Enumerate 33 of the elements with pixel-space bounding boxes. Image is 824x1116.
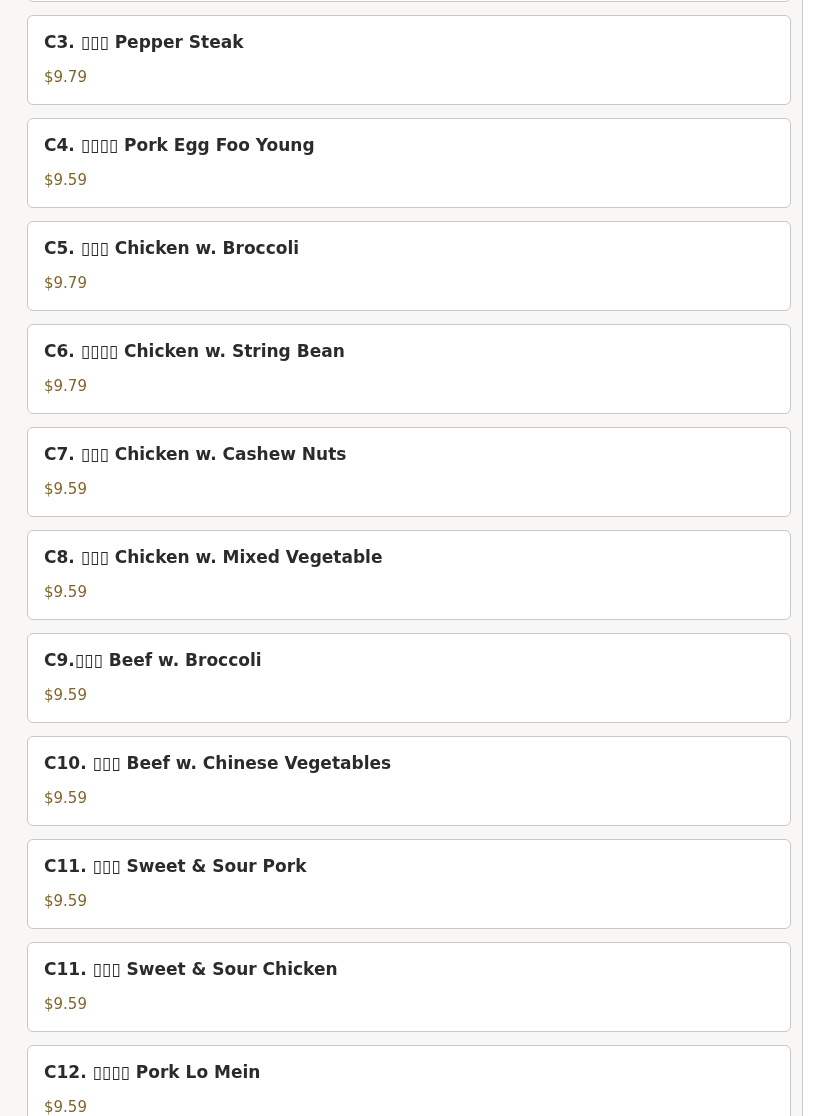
item-title: C6. ▯▯▯▯ Chicken w. String Bean bbox=[44, 340, 346, 362]
menu-item-card[interactable]: C12. ▯▯▯▯ Pork Lo Mein $9.59 bbox=[27, 1045, 791, 1116]
item-title: C12. ▯▯▯▯ Pork Lo Mein bbox=[44, 1061, 262, 1083]
item-title: C8. ▯▯▯ Chicken w. Mixed Vegetable bbox=[44, 546, 384, 568]
menu-item-card[interactable]: C11. ▯▯▯ Sweet & Sour Chicken $9.59 bbox=[27, 942, 791, 1032]
item-title: C10. ▯▯▯ Beef w. Chinese Vegetables bbox=[44, 752, 393, 774]
menu-item-card[interactable]: C6. ▯▯▯▯ Chicken w. String Bean $9.79 bbox=[27, 324, 791, 414]
item-price: $9.59 bbox=[44, 582, 88, 602]
menu-item-card[interactable]: C11. ▯▯▯ Sweet & Sour Pork $9.59 bbox=[27, 839, 791, 929]
menu-item-card[interactable]: C5. ▯▯▯ Chicken w. Broccoli $9.79 bbox=[27, 221, 791, 311]
item-price: $9.59 bbox=[44, 1097, 88, 1116]
item-title: C11. ▯▯▯ Sweet & Sour Pork bbox=[44, 855, 308, 877]
item-title: C9.▯▯▯ Beef w. Broccoli bbox=[44, 649, 263, 671]
item-price: $9.59 bbox=[44, 994, 88, 1014]
item-price: $9.79 bbox=[44, 376, 88, 396]
item-title: C4. ▯▯▯▯ Pork Egg Foo Young bbox=[44, 134, 316, 156]
item-title: C7. ▯▯▯ Chicken w. Cashew Nuts bbox=[44, 443, 348, 465]
menu-item-card[interactable]: C7. ▯▯▯ Chicken w. Cashew Nuts $9.59 bbox=[27, 427, 791, 517]
menu-item-card[interactable]: C10. ▯▯▯ Beef w. Chinese Vegetables $9.59 bbox=[27, 736, 791, 826]
item-price: $9.59 bbox=[44, 685, 88, 705]
item-title: C11. ▯▯▯ Sweet & Sour Chicken bbox=[44, 958, 339, 980]
menu-item-card[interactable]: C9.▯▯▯ Beef w. Broccoli $9.59 bbox=[27, 633, 791, 723]
item-title: C5. ▯▯▯ Chicken w. Broccoli bbox=[44, 237, 301, 259]
menu-item-card[interactable]: C8. ▯▯▯ Chicken w. Mixed Vegetable $9.59 bbox=[27, 530, 791, 620]
item-price: $9.59 bbox=[44, 479, 88, 499]
item-price: $9.59 bbox=[44, 170, 88, 190]
menu-item-card[interactable]: C3. ▯▯▯ Pepper Steak $9.79 bbox=[27, 15, 791, 105]
menu-item-card[interactable]: C4. ▯▯▯▯ Pork Egg Foo Young $9.59 bbox=[27, 118, 791, 208]
item-price: $9.79 bbox=[44, 67, 88, 87]
item-price: $9.59 bbox=[44, 788, 88, 808]
item-price: $9.79 bbox=[44, 273, 88, 293]
item-title: C3. ▯▯▯ Pepper Steak bbox=[44, 31, 245, 53]
item-price: $9.59 bbox=[44, 891, 88, 911]
